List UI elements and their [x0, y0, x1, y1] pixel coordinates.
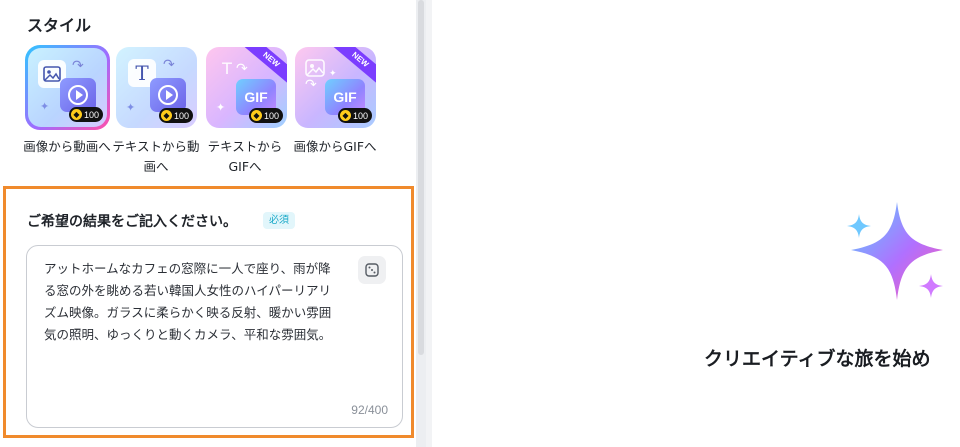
- prompt-textarea[interactable]: アットホームなカフェの窓際に一人で座り、雨が降る窓の外を眺める若い韓国人女性のハ…: [26, 245, 403, 428]
- credit-badge: ◆ 100: [158, 108, 193, 123]
- prompt-heading: ご希望の結果をご記入ください。: [27, 214, 237, 230]
- curved-arrow-icon: ↷: [305, 77, 317, 93]
- coin-icon: ◆: [160, 110, 172, 121]
- coin-icon: ◆: [250, 110, 262, 121]
- sparkle-hero-icon: [847, 202, 943, 300]
- scrollbar-thumb[interactable]: [418, 0, 424, 355]
- style-card-label[interactable]: テキストから動画へ: [111, 137, 201, 177]
- random-prompt-button[interactable]: [358, 256, 386, 284]
- style-card-image-to-video[interactable]: ↷ ✦ ◆ 100: [28, 48, 107, 127]
- curved-arrow-icon: ↷: [72, 58, 84, 74]
- text-icon: T: [222, 58, 232, 78]
- coin-icon: ◆: [339, 110, 351, 121]
- sparkle-icon: ✦: [329, 69, 337, 79]
- style-card-image-to-gif[interactable]: NEW ↷ GIF ✦ ◆ 100: [295, 47, 376, 128]
- style-card-label[interactable]: 画像からGIFへ: [290, 137, 380, 157]
- curved-arrow-icon: ↷: [163, 57, 175, 73]
- preview-hero-text: クリエイティブな旅を始め: [704, 348, 931, 370]
- style-section-title: スタイル: [27, 16, 92, 35]
- sparkle-icon: ✦: [40, 100, 50, 113]
- sparkle-icon: ✦: [126, 101, 136, 114]
- video-play-icon: [150, 78, 186, 112]
- style-card-text-to-gif[interactable]: NEW T ↷ GIF ✦ ◆ 100: [206, 47, 287, 128]
- required-badge: 必須: [263, 212, 295, 229]
- coin-icon: ◆: [70, 109, 82, 120]
- sparkle-icon: ✦: [216, 101, 226, 114]
- style-card-label[interactable]: テキストからGIFへ: [200, 137, 290, 177]
- style-card-label[interactable]: 画像から動画へ: [22, 137, 112, 157]
- image-icon: [303, 57, 327, 79]
- style-card-text-to-video[interactable]: T ↷ ✦ ◆ 100: [116, 47, 197, 128]
- dice-icon: [365, 263, 379, 277]
- curved-arrow-icon: ↷: [236, 61, 248, 77]
- credit-badge: ◆ 100: [337, 108, 372, 123]
- credit-badge: ◆ 100: [248, 108, 283, 123]
- prompt-text-value[interactable]: アットホームなカフェの窓際に一人で座り、雨が降る窓の外を眺める若い韓国人女性のハ…: [44, 258, 334, 346]
- character-counter: 92/400: [351, 403, 388, 417]
- credit-badge: ◆ 100: [68, 107, 103, 122]
